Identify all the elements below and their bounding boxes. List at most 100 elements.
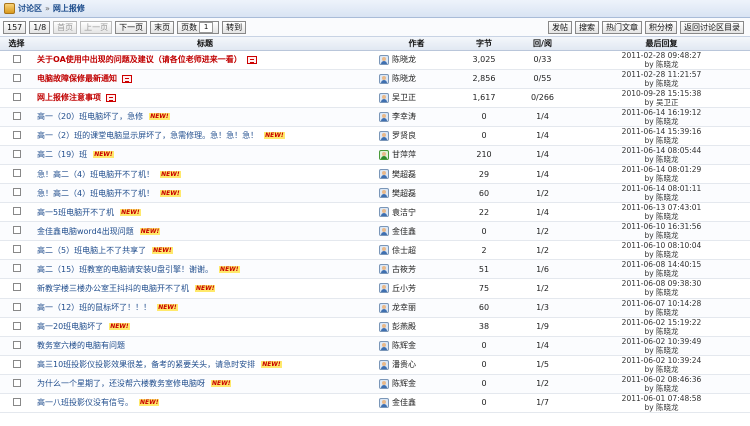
last-page-button[interactable]: 末页: [150, 20, 175, 34]
avatar-icon: [379, 264, 389, 275]
last-reply-user[interactable]: by 陈晓龙: [573, 60, 750, 69]
goto-button[interactable]: 转到: [222, 20, 247, 34]
post-button[interactable]: 发帖: [548, 20, 572, 34]
topic-title-link[interactable]: 电脑故障保修最新通知: [37, 74, 117, 83]
last-reply-user[interactable]: by 陈晓龙: [573, 346, 750, 355]
row-checkbox[interactable]: [13, 340, 21, 349]
author-cell: 罗贤良: [377, 126, 456, 146]
topic-title-link[interactable]: 高二（5）班电脑上不了共享了: [37, 246, 146, 255]
row-checkbox[interactable]: [13, 130, 21, 139]
topic-title-link[interactable]: 新教学楼三楼办公室王抖抖的电脑开不了机: [37, 284, 189, 293]
row-checkbox[interactable]: [13, 378, 21, 387]
row-checkbox[interactable]: [13, 188, 21, 197]
topic-title-link[interactable]: 关于OA使用中出现的问题及建议（请各位老师进来一看）: [37, 55, 242, 64]
topic-title-link[interactable]: 为什么一个星期了，还没帮六楼教务室修电脑呀: [37, 379, 205, 388]
title-cell: 急！高二（4）班电脑开不了机！ NEW!: [33, 164, 377, 185]
topic-title-link[interactable]: 急！高二（4）班电脑开不了机！: [37, 189, 154, 198]
new-badge-icon: NEW!: [109, 323, 130, 331]
row-checkbox[interactable]: [13, 92, 21, 101]
author-link[interactable]: 金佳鑫: [392, 398, 416, 407]
last-reply-user[interactable]: by 吴卫正: [573, 98, 750, 107]
author-link[interactable]: 潘贵心: [392, 360, 416, 369]
page-number-input[interactable]: 1: [199, 21, 214, 33]
author-link[interactable]: 甘萍萍: [392, 150, 416, 159]
avatar-icon: [379, 111, 389, 122]
row-checkbox[interactable]: [13, 73, 21, 82]
last-reply-date: 2010-09-28 15:15:38: [621, 88, 702, 98]
last-reply-user[interactable]: by 陈晓龙: [573, 365, 750, 374]
row-checkbox[interactable]: [13, 169, 21, 177]
title-cell: 电脑故障保修最新通知: [33, 69, 377, 89]
last-reply-user[interactable]: by 陈晓龙: [573, 117, 750, 126]
author-link[interactable]: 罗贤良: [392, 131, 416, 140]
topic-title-link[interactable]: 高一（12）班的鼠标坏了！！！: [37, 303, 151, 312]
topic-title-link[interactable]: 高一八班投影仪没有信号。: [37, 398, 133, 407]
row-checkbox[interactable]: [13, 359, 21, 368]
author-link[interactable]: 陈晓龙: [392, 55, 416, 64]
author-link[interactable]: 古筱芳: [392, 265, 416, 274]
row-checkbox[interactable]: [13, 397, 21, 406]
author-link[interactable]: 吴卫正: [392, 93, 416, 102]
topic-title-link[interactable]: 网上报修注意事项: [37, 93, 101, 102]
topic-title-link[interactable]: 急！高二（4）班电脑开不了机！: [37, 170, 154, 179]
row-checkbox[interactable]: [13, 302, 21, 311]
author-link[interactable]: 龙幸丽: [392, 303, 416, 312]
topic-title-link[interactable]: 高三10班投影仪投影效果很差，备考的紧要关头，请急时安排: [37, 360, 255, 369]
last-reply-user[interactable]: by 陈晓龙: [573, 384, 750, 393]
row-checkbox[interactable]: [13, 54, 21, 63]
breadcrumb-root-link[interactable]: 讨论区: [18, 3, 42, 14]
topic-title-link[interactable]: 教务室六楼的电脑有问题: [37, 341, 125, 350]
author-link[interactable]: 丘小芳: [392, 284, 416, 293]
author-link[interactable]: 袁洁宁: [392, 208, 416, 217]
row-checkbox[interactable]: [13, 111, 21, 120]
prev-page-button[interactable]: 上一页: [80, 20, 113, 34]
author-link[interactable]: 陈辉金: [392, 341, 416, 350]
author-link[interactable]: 樊超磊: [392, 189, 416, 198]
search-button[interactable]: 搜索: [575, 20, 599, 34]
table-row: 教务室六楼的电脑有问题 陈辉金 0 1/4 2011-06-02 10:39:49 by …: [0, 336, 750, 356]
back-to-index-button[interactable]: 返回讨论区目录: [680, 20, 744, 34]
last-reply-user[interactable]: by 陈晓龙: [573, 174, 750, 183]
topic-title-link[interactable]: 高二（15）班教室的电脑请安装U盘引擎！谢谢。: [37, 265, 213, 274]
breadcrumb-current-link[interactable]: 网上报修: [53, 3, 85, 14]
points-button[interactable]: 积分榜: [645, 20, 677, 34]
row-checkbox[interactable]: [13, 149, 21, 158]
last-reply-user[interactable]: by 陈晓龙: [573, 79, 750, 88]
row-checkbox[interactable]: [13, 264, 21, 273]
last-reply-user[interactable]: by 陈晓龙: [573, 250, 750, 259]
last-reply-date: 2011-06-10 08:10:04: [621, 241, 702, 251]
last-reply-user[interactable]: by 陈晓龙: [573, 193, 750, 202]
row-checkbox[interactable]: [13, 321, 21, 330]
author-link[interactable]: 李幸涛: [392, 112, 416, 121]
topic-title-link[interactable]: 高二（19）班: [37, 150, 87, 159]
author-link[interactable]: 樊超磊: [392, 170, 416, 179]
topic-title-link[interactable]: 金佳鑫电脑word4出现问题: [37, 227, 134, 236]
author-link[interactable]: 陈辉金: [392, 379, 416, 388]
hot-posts-button[interactable]: 热门文章: [602, 20, 642, 34]
author-link[interactable]: 陈晓龙: [392, 74, 416, 83]
last-reply-user[interactable]: by 陈晓龙: [573, 136, 750, 145]
last-reply-user[interactable]: by 陈晓龙: [573, 308, 750, 317]
last-reply-user[interactable]: by 陈晓龙: [573, 155, 750, 164]
first-page-button[interactable]: 首页: [53, 20, 78, 34]
next-page-button[interactable]: 下一页: [115, 20, 148, 34]
last-reply-user[interactable]: by 陈晓龙: [573, 269, 750, 278]
topic-title-link[interactable]: 高一5班电脑开不了机: [37, 208, 114, 217]
author-link[interactable]: 彭燕殿: [392, 322, 416, 331]
last-reply-user[interactable]: by 陈晓龙: [573, 327, 750, 336]
row-checkbox[interactable]: [13, 283, 21, 292]
topic-title-link[interactable]: 高一20班电脑坏了: [37, 322, 103, 331]
table-row: 为什么一个星期了，还没帮六楼教务室修电脑呀 NEW! 陈辉金 0 1/2 2011-06-…: [0, 374, 750, 394]
page-label: 页数: [181, 22, 198, 32]
row-checkbox[interactable]: [13, 226, 21, 235]
last-reply-user[interactable]: by 陈晓龙: [573, 212, 750, 221]
author-link[interactable]: 俆士超: [392, 246, 416, 255]
row-checkbox[interactable]: [13, 207, 21, 216]
last-reply-user[interactable]: by 陈晓龙: [573, 231, 750, 240]
row-checkbox[interactable]: [13, 245, 21, 254]
last-reply-user[interactable]: by 陈晓龙: [573, 288, 750, 297]
author-link[interactable]: 金佳鑫: [392, 227, 416, 236]
topic-title-link[interactable]: 高一（2）班的课堂电脑显示屏坏了，急需修理。急！急！急！: [37, 131, 258, 140]
last-reply-user[interactable]: by 陈晓龙: [573, 403, 750, 412]
topic-title-link[interactable]: 高一（20）班电脑坏了，急修: [37, 112, 143, 121]
